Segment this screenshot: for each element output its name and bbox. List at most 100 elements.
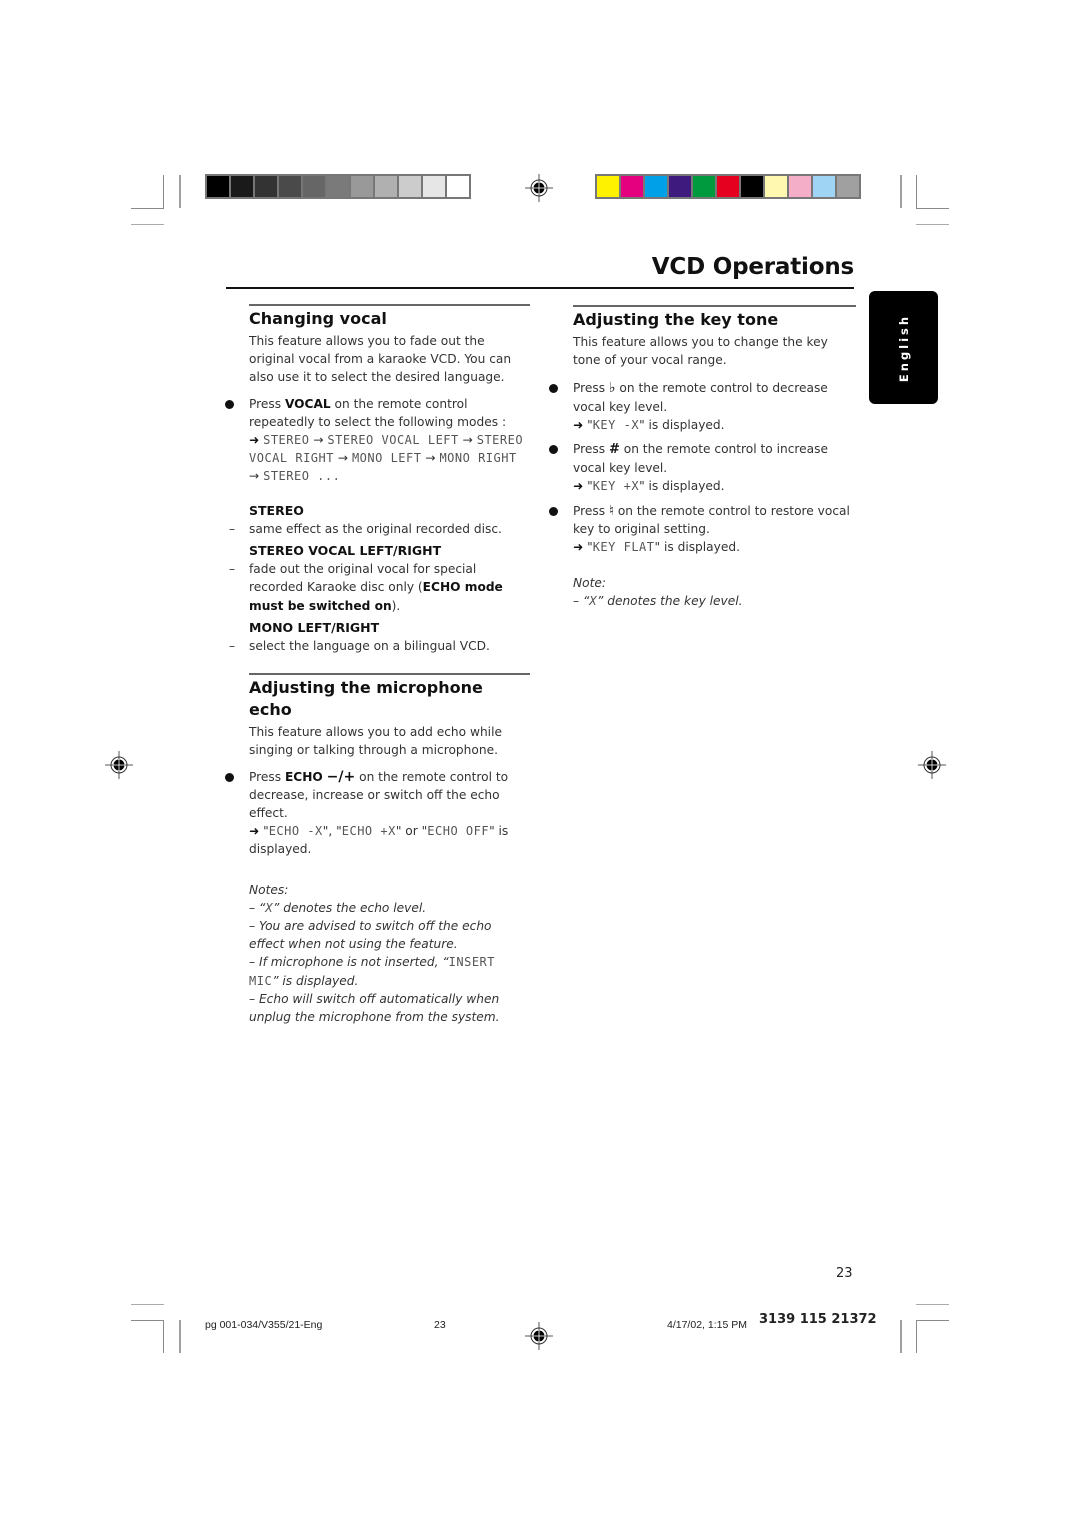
color-swatch [375, 176, 397, 197]
minus-plus-icon: −/+ [326, 768, 356, 785]
color-swatch [693, 176, 715, 197]
color-swatch [327, 176, 349, 197]
page-title: VCD Operations [651, 254, 854, 280]
registration-mark-icon [525, 1322, 553, 1350]
crop-mark [131, 1304, 164, 1305]
registration-mark-icon [525, 174, 553, 202]
page-number: 23 [836, 1266, 853, 1281]
color-swatch [303, 176, 325, 197]
note-item: – “X” denotes the key level. [573, 594, 743, 609]
mode-description: – fade out the original vocal for special… [229, 562, 503, 613]
section-microphone-echo: Adjusting the microphone echo This featu… [225, 673, 530, 1027]
left-column: Changing vocal This feature allows you t… [225, 304, 530, 1027]
title-rule [226, 287, 854, 289]
language-tab: English [869, 291, 938, 404]
remote-key-label: VOCAL [284, 396, 331, 411]
crop-mark [179, 1320, 181, 1353]
display-mode: STEREO ... [263, 469, 341, 484]
bullet-icon [549, 384, 558, 394]
color-swatch [765, 176, 787, 197]
bullet-icon [549, 506, 558, 516]
display-mode: STEREO VOCAL LEFT [327, 433, 459, 448]
footer-file: pg 001-034/V355/21-Eng [205, 1319, 323, 1331]
color-swatch [837, 176, 859, 197]
instruction-bullet: Press VOCAL on the remote control repeat… [225, 395, 530, 486]
note: Note: – “X” denotes the key level. [573, 574, 856, 610]
bullet-icon [225, 399, 234, 409]
arrow-icon: → [337, 451, 349, 466]
color-swatch [621, 176, 643, 197]
section-heading: Adjusting the key tone [573, 310, 779, 329]
crop-mark [900, 1320, 902, 1353]
crop-mark [131, 224, 164, 225]
footer-page: 23 [434, 1319, 446, 1331]
flat-icon: ♭ [608, 380, 616, 397]
arrow-icon: ➜ [573, 540, 584, 555]
display-text: KEY +X [592, 479, 640, 494]
section-key-tone: Adjusting the key tone This feature allo… [549, 305, 856, 611]
crop-mark [131, 208, 164, 209]
sharp-icon: # [608, 442, 620, 458]
arrow-icon: → [425, 451, 436, 466]
notes: Notes: – “X” denotes the echo level. – Y… [249, 881, 530, 1027]
display-mode: STEREO [263, 433, 310, 448]
mode-description: – same effect as the original recorded di… [229, 521, 502, 536]
note-label: Note: [573, 576, 606, 591]
notes-label: Notes: [249, 882, 289, 897]
right-column: Adjusting the key tone This feature allo… [549, 305, 856, 611]
bullet-icon [549, 445, 558, 455]
section-rule [249, 673, 530, 676]
color-swatch [423, 176, 445, 197]
remote-key-label: ECHO [284, 769, 323, 784]
crop-mark [916, 1320, 949, 1321]
section-intro: This feature allows you to add echo whil… [249, 725, 502, 758]
arrow-icon: ➜ [249, 433, 260, 448]
display-text: KEY FLAT [592, 540, 655, 555]
color-swatch [669, 176, 691, 197]
note-item: – You are advised to switch off the echo… [249, 919, 492, 952]
section-heading: Adjusting the microphone echo [249, 678, 483, 720]
crop-mark [916, 208, 949, 209]
footer-code: 3139 115 21372 [759, 1312, 877, 1327]
display-text: ECHO -X [268, 824, 323, 839]
display-mode: MONO LEFT [351, 451, 422, 466]
mode-description: – select the language on a bilingual VCD. [229, 639, 490, 654]
note-item: – If microphone is not inserted, “INSERT… [249, 955, 496, 988]
display-text: ECHO OFF [427, 824, 490, 839]
crop-mark [916, 175, 917, 208]
language-tab-label: English [896, 313, 911, 382]
note-item: – Echo will switch off automatically whe… [249, 991, 500, 1025]
registration-mark-icon [918, 751, 946, 779]
instruction-bullet: Press ♭ on the remote control to decreas… [549, 379, 856, 434]
arrow-icon: ➜ [573, 417, 584, 432]
arrow-icon: → [249, 469, 260, 484]
color-swatch [231, 176, 253, 197]
instruction-bullet: Press ECHO −/+ on the remote control to … [225, 768, 530, 859]
crop-mark [916, 224, 949, 225]
crop-mark [916, 1320, 917, 1353]
color-swatch [789, 176, 811, 197]
color-swatch [279, 176, 301, 197]
crop-mark [900, 175, 902, 208]
grayscale-calibration-bar [205, 174, 471, 199]
registration-mark-icon [105, 751, 133, 779]
crop-mark [131, 1320, 164, 1321]
color-swatch [255, 176, 277, 197]
section-intro: This feature allows you to fade out the … [249, 334, 512, 385]
mode-title: STEREO [249, 502, 304, 518]
color-swatch [399, 176, 421, 197]
section-changing-vocal: Changing vocal This feature allows you t… [225, 304, 530, 655]
color-swatch [351, 176, 373, 197]
instruction-bullet: Press ♮ on the remote control to restore… [549, 502, 856, 557]
crop-mark [163, 1320, 164, 1353]
bullet-icon [225, 772, 234, 782]
color-swatch [813, 176, 835, 197]
crop-mark [179, 175, 181, 208]
display-text: KEY -X [592, 417, 640, 432]
arrow-icon: ➜ [249, 824, 260, 839]
arrow-icon: → [313, 433, 324, 448]
crop-mark [163, 175, 164, 208]
section-heading: Changing vocal [249, 309, 387, 328]
section-rule [573, 305, 856, 307]
footer-datetime: 4/17/02, 1:15 PM [667, 1319, 747, 1331]
